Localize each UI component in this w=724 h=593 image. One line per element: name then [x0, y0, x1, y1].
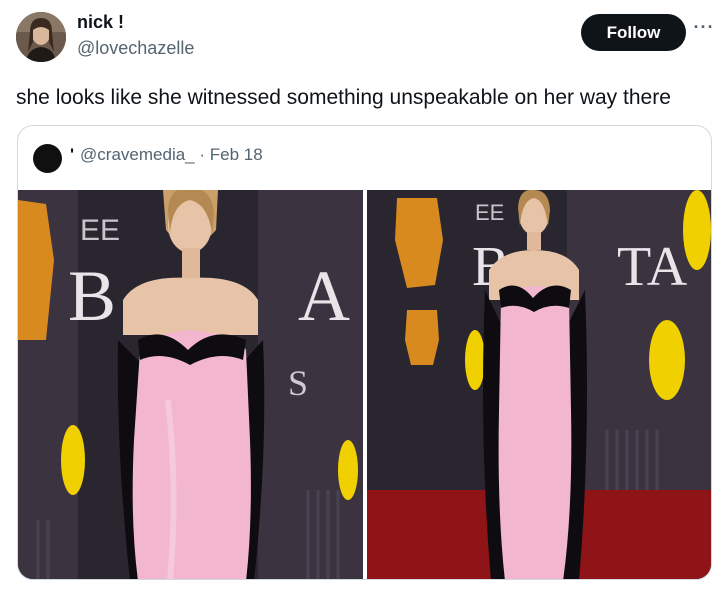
quoted-author-display-name[interactable]: ': [70, 145, 74, 164]
quoted-tweet-date[interactable]: · Feb 18: [199, 145, 262, 164]
bafta-photo-1-image: EE B A S: [18, 190, 363, 579]
quoted-photo-1[interactable]: EE B A S: [18, 190, 363, 579]
svg-text:S: S: [288, 363, 308, 403]
svg-text:B: B: [68, 256, 126, 336]
profile-photo-icon: [16, 12, 66, 62]
quoted-author-handle[interactable]: @cravemedia_: [80, 145, 195, 164]
author-display-name[interactable]: nick !: [77, 12, 124, 33]
author-handle[interactable]: @lovechazelle: [77, 38, 194, 59]
svg-text:TA: TA: [617, 236, 688, 298]
backdrop-text-photo-2: EE: [475, 200, 504, 225]
bafta-photo-2-image: EE B TA: [367, 190, 711, 579]
author-avatar[interactable]: [16, 12, 66, 62]
quoted-tweet-meta: ' @cravemedia_ · Feb 18: [70, 145, 263, 165]
quoted-tweet[interactable]: ' @cravemedia_ · Feb 18 EE B A S EE B TA: [17, 125, 712, 580]
quoted-media-grid: EE B A S EE B TA: [18, 190, 711, 579]
quoted-photo-2[interactable]: EE B TA: [367, 190, 711, 579]
svg-text:A: A: [298, 256, 350, 336]
quoted-author-avatar[interactable]: [33, 144, 62, 173]
more-options-icon[interactable]: ···: [690, 16, 718, 44]
backdrop-text-photo-1: EE: [80, 214, 120, 247]
follow-button[interactable]: Follow: [581, 14, 686, 51]
tweet-text: she looks like she witnessed something u…: [16, 86, 671, 109]
tweet-header: nick ! @lovechazelle Follow ···: [0, 0, 724, 80]
